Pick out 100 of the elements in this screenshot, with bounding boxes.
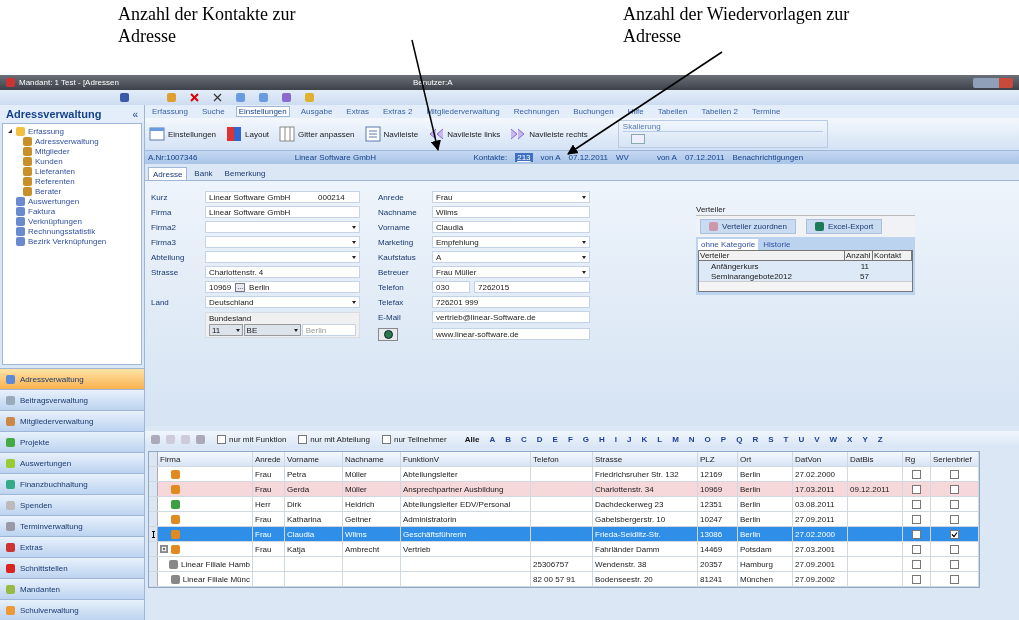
filter-checkbox[interactable]: nur mit Funktion xyxy=(217,435,287,444)
tree-item[interactable]: Referenten xyxy=(7,176,137,186)
menu-tab[interactable]: Termine xyxy=(748,106,784,117)
checkbox[interactable] xyxy=(950,529,959,539)
dropdown[interactable]: BE xyxy=(243,324,301,336)
text-field[interactable]: Linear Software GmbH 000214 xyxy=(205,191,360,203)
menu-tab[interactable]: Extras xyxy=(343,106,373,117)
column-header[interactable]: Telefon xyxy=(531,452,593,466)
phone-field[interactable]: 7262015 xyxy=(474,281,590,293)
url-field[interactable]: www.linear-software.de xyxy=(432,328,590,340)
column-header[interactable]: Ort xyxy=(738,452,793,466)
column-header[interactable]: FunktionV xyxy=(401,452,531,466)
letter-filter[interactable]: Y xyxy=(860,435,870,444)
text-field[interactable]: Claudia xyxy=(432,221,590,233)
letter-filter[interactable]: O xyxy=(702,435,713,444)
letter-filter[interactable]: Alle xyxy=(462,435,482,444)
contacts-count[interactable]: 213 xyxy=(515,153,533,162)
form-tab[interactable]: Bank xyxy=(189,167,218,180)
collapse-button[interactable]: « xyxy=(132,108,138,120)
tree-item[interactable]: Rechnungsstatistik xyxy=(7,226,137,236)
letter-filter[interactable]: M xyxy=(670,435,681,444)
checkbox[interactable] xyxy=(950,514,959,524)
ribbon-button[interactable]: Einstellungen xyxy=(149,126,217,142)
column-header[interactable]: Vorname xyxy=(285,452,343,466)
checkbox[interactable] xyxy=(912,574,921,584)
letter-filter[interactable]: K xyxy=(639,435,650,444)
text-field[interactable]: Charlottenstr. 4 xyxy=(205,266,360,278)
menu-tab[interactable]: Erfassung xyxy=(149,106,192,117)
filter-checkbox[interactable]: nur Teilnehmer xyxy=(381,435,447,444)
menu-tab[interactable]: Suche xyxy=(199,106,228,117)
menu-tab[interactable]: Einstellungen xyxy=(235,106,290,117)
form-tab[interactable]: Adresse xyxy=(148,167,188,180)
letter-filter[interactable]: J xyxy=(625,435,634,444)
nav-button[interactable]: Adressverwaltung xyxy=(0,368,144,389)
letter-filter[interactable]: E xyxy=(550,435,560,444)
letter-filter[interactable]: R xyxy=(750,435,761,444)
dropdown[interactable]: Frau xyxy=(432,191,590,203)
close-icon[interactable] xyxy=(213,93,222,102)
ribbon-button[interactable]: Navileiste xyxy=(364,126,419,142)
checkbox[interactable] xyxy=(912,559,921,569)
menu-tab[interactable]: Extras 2 xyxy=(380,106,416,117)
nav-button[interactable]: Terminverwaltung xyxy=(0,515,144,536)
column-header[interactable]: Verteiler xyxy=(699,251,845,261)
menu-tab[interactable]: Tabellen xyxy=(654,106,691,117)
dropdown[interactable]: A xyxy=(432,251,590,263)
menu-tab[interactable]: Buchungen xyxy=(570,106,617,117)
dropdown[interactable]: 11 xyxy=(209,324,243,336)
column-header[interactable]: DatVon xyxy=(793,452,848,466)
checkbox[interactable] xyxy=(912,484,921,494)
scrollbar[interactable] xyxy=(699,281,912,291)
dropdown[interactable]: Frau Müller xyxy=(432,266,590,278)
letter-filter[interactable]: G xyxy=(580,435,591,444)
letter-filter[interactable]: B xyxy=(503,435,513,444)
nav-button[interactable]: Extras xyxy=(0,536,144,557)
collapse-triangle-icon[interactable] xyxy=(7,128,13,134)
dropdown[interactable]: Empfehlung xyxy=(432,236,590,248)
tree-item[interactable]: Erfassung xyxy=(7,126,137,136)
checkbox[interactable] xyxy=(381,435,391,444)
checkbox[interactable] xyxy=(950,499,959,509)
tree-item[interactable]: Auswertungen xyxy=(7,196,137,206)
column-header[interactable]: PLZ xyxy=(698,452,738,466)
nav-button[interactable]: Projekte xyxy=(0,431,144,452)
nav-button[interactable]: Finanzbuchhaltung xyxy=(0,473,144,494)
letter-filter[interactable]: T xyxy=(781,435,791,444)
checkbox[interactable] xyxy=(950,559,959,569)
checkbox[interactable] xyxy=(912,499,921,509)
letter-filter[interactable]: S xyxy=(766,435,776,444)
nav-button[interactable]: Beitragsverwaltung xyxy=(0,389,144,410)
text-field[interactable]: vertrieb@linear-Software.de xyxy=(432,311,590,323)
tree-item[interactable]: Berater xyxy=(7,186,137,196)
letter-filter[interactable]: F xyxy=(565,435,575,444)
text-field[interactable]: Linear Software GmbH xyxy=(205,206,360,218)
letter-filter[interactable]: C xyxy=(518,435,529,444)
ribbon-button[interactable]: Layout xyxy=(226,126,270,142)
menu-tab[interactable]: Rechnungen xyxy=(510,106,563,117)
assign-button[interactable]: Verteiler zuordnen xyxy=(700,219,796,234)
tree-item[interactable]: Bezirk Verknüpfungen xyxy=(7,236,137,246)
row-header[interactable] xyxy=(149,527,158,541)
column-header[interactable]: Rg xyxy=(903,452,931,466)
checkbox[interactable] xyxy=(298,435,308,444)
letter-filter[interactable]: Z xyxy=(875,435,885,444)
ribbon-button[interactable]: Navileiste rechts xyxy=(510,126,588,142)
nav-button[interactable]: Spenden xyxy=(0,494,144,515)
text-field[interactable]: Wilms xyxy=(432,206,590,218)
letter-filter[interactable]: Q xyxy=(734,435,745,444)
export-button[interactable]: Excel-Export xyxy=(805,219,883,234)
ribbon-button[interactable]: Gitter anpassen xyxy=(279,126,355,142)
tree-item[interactable]: Kunden xyxy=(7,156,137,166)
filter-checkbox[interactable]: nur mit Abteilung xyxy=(298,435,370,444)
globe-button[interactable] xyxy=(378,327,398,341)
letter-filter[interactable]: A xyxy=(487,435,498,444)
checkbox[interactable] xyxy=(950,544,959,554)
text-field[interactable]: 726201 999 xyxy=(432,296,590,308)
tree-item[interactable]: Adressverwaltung xyxy=(7,136,137,146)
letter-filter[interactable]: X xyxy=(845,435,855,444)
nav-button[interactable]: Mitgliederverwaltung xyxy=(0,410,144,431)
checkbox[interactable] xyxy=(912,544,921,554)
expand-icon[interactable] xyxy=(160,545,168,553)
panel-tab[interactable]: ohne Kategorie xyxy=(698,239,759,250)
column-header[interactable]: Serienbrief xyxy=(931,452,979,466)
